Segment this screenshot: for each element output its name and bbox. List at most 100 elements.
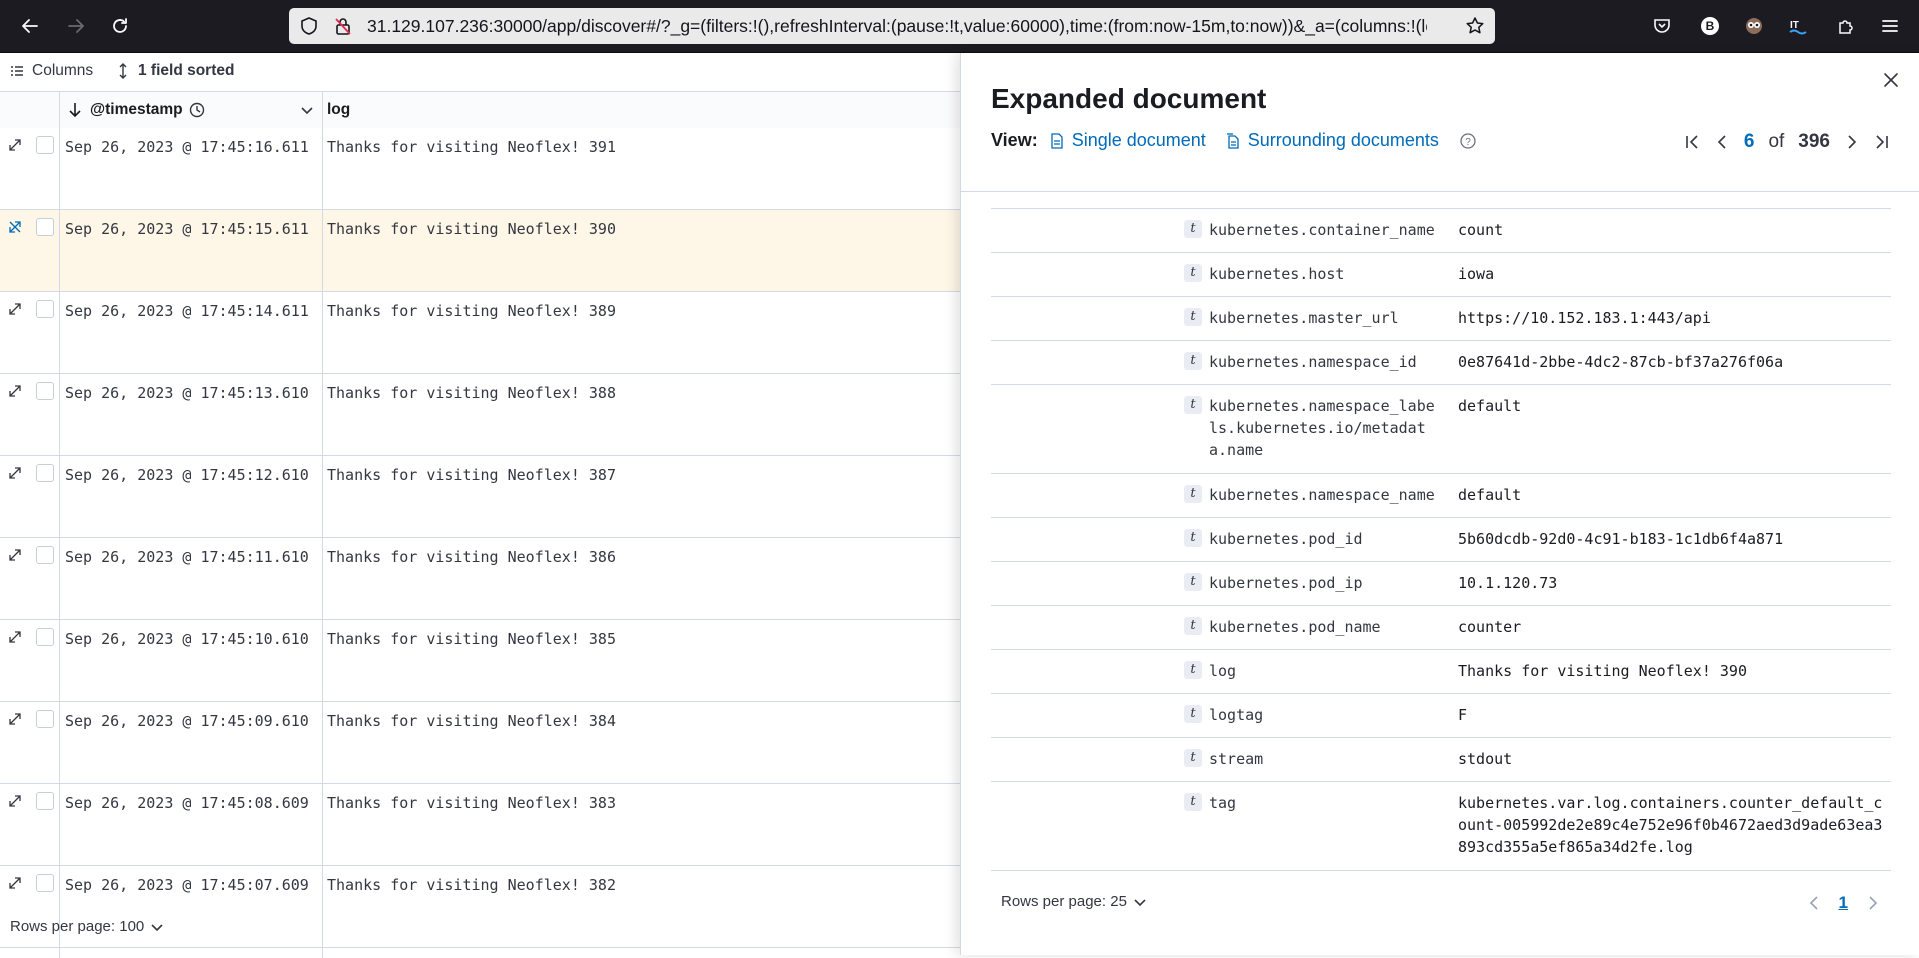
flyout-rows-per-page-button[interactable]: Rows per page: 25: [1001, 893, 1147, 910]
view-label: View:: [991, 130, 1038, 150]
page-number-button[interactable]: 1: [1839, 893, 1848, 913]
expand-icon[interactable]: [6, 382, 24, 400]
back-button[interactable]: [14, 10, 46, 42]
document-icon: [1051, 132, 1063, 149]
field-row[interactable]: t kubernetes.container_name count: [991, 208, 1891, 253]
puzzle-icon: [1839, 20, 1853, 34]
row-checkbox[interactable]: [36, 628, 54, 646]
field-row[interactable]: t kubernetes.pod_name counter: [991, 606, 1891, 650]
row-checkbox[interactable]: [36, 546, 54, 564]
field-row[interactable]: t kubernetes.namespace_name default: [991, 474, 1891, 518]
hamburger-icon: [1882, 20, 1898, 32]
single-document-link[interactable]: Single document: [1050, 130, 1206, 151]
columns-button[interactable]: Columns: [10, 62, 93, 80]
url-text[interactable]: 31.129.107.236:30000/app/discover#/?_g=(…: [367, 16, 1427, 36]
address-bar[interactable]: 31.129.107.236:30000/app/discover#/?_g=(…: [289, 8, 1495, 44]
expand-icon[interactable]: [6, 874, 24, 892]
first-page-icon[interactable]: [1684, 134, 1700, 150]
field-row[interactable]: t kubernetes.pod_id 5b60dcdb-92d0-4c91-b…: [991, 518, 1891, 562]
timestamp-cell: Sep 26, 2023 @ 17:45:09.610: [65, 712, 309, 730]
field-row[interactable]: t kubernetes.master_url https://10.152.1…: [991, 297, 1891, 341]
field-value: https://10.152.183.1:443/api: [1458, 309, 1711, 327]
field-row[interactable]: t stream stdout: [991, 738, 1891, 782]
table-row[interactable]: Sep 26, 2023 @ 17:45:12.610 Thanks for v…: [0, 456, 960, 538]
extension-b-button[interactable]: B: [1698, 14, 1722, 38]
timestamp-column-header[interactable]: @timestamp: [60, 92, 323, 128]
extension-translate-button[interactable]: IT: [1786, 14, 1810, 38]
previous-page-icon[interactable]: [1714, 134, 1730, 150]
field-row[interactable]: t kubernetes.pod_ip 10.1.120.73: [991, 562, 1891, 606]
log-column-header[interactable]: log: [327, 92, 350, 128]
sort-icon: [119, 63, 127, 79]
table-row[interactable]: Sep 26, 2023 @ 17:45:08.609 Thanks for v…: [0, 784, 960, 866]
flyout-rows-per-page-label: Rows per page: 25: [1001, 893, 1127, 910]
surrounding-documents-link[interactable]: Surrounding documents: [1226, 130, 1439, 151]
app-menu-button[interactable]: [1878, 14, 1902, 38]
field-name: kubernetes.namespace_labels.kubernetes.i…: [1209, 397, 1435, 459]
timestamp-cell: Sep 26, 2023 @ 17:45:15.611: [65, 220, 309, 238]
sort-button[interactable]: 1 field sorted: [116, 62, 234, 80]
field-row[interactable]: t logtag F: [991, 694, 1891, 738]
field-row[interactable]: t kubernetes.namespace_labels.kubernetes…: [991, 385, 1891, 474]
arrow-right-icon: [68, 19, 84, 33]
help-icon[interactable]: ?: [1459, 132, 1477, 150]
field-value: count: [1458, 221, 1504, 239]
row-checkbox[interactable]: [36, 792, 54, 810]
row-checkbox[interactable]: [36, 710, 54, 728]
forward-button[interactable]: [60, 10, 92, 42]
expand-icon[interactable]: [6, 628, 24, 646]
rows-per-page-button[interactable]: Rows per page: 100: [10, 918, 164, 935]
collapse-icon[interactable]: [6, 218, 24, 236]
svg-text:IT: IT: [1790, 20, 1799, 31]
field-value: Thanks for visiting Neoflex! 390: [1458, 662, 1747, 680]
last-page-icon[interactable]: [1874, 134, 1890, 150]
table-row[interactable]: Sep 26, 2023 @ 17:45:16.611 Thanks for v…: [0, 128, 960, 210]
table-row[interactable]: Sep 26, 2023 @ 17:45:09.610 Thanks for v…: [0, 702, 960, 784]
string-type-icon: t: [1184, 793, 1202, 811]
close-icon[interactable]: [1880, 69, 1902, 91]
field-row[interactable]: t kubernetes.host iowa: [991, 253, 1891, 297]
expand-icon[interactable]: [6, 710, 24, 728]
shield-icon[interactable]: [299, 16, 319, 36]
column-divider[interactable]: [322, 128, 323, 958]
field-row[interactable]: t log Thanks for visiting Neoflex! 390: [991, 650, 1891, 694]
table-row[interactable]: Sep 26, 2023 @ 17:45:07.609 Thanks for v…: [0, 866, 960, 948]
table-row[interactable]: Sep 26, 2023 @ 17:45:11.610 Thanks for v…: [0, 538, 960, 620]
field-row[interactable]: t tag kubernetes.var.log.containers.coun…: [991, 782, 1891, 871]
view-switcher: View: Single document Surrounding docume…: [991, 130, 1477, 151]
reload-button[interactable]: [104, 10, 136, 42]
lock-warning-icon[interactable]: [333, 16, 353, 36]
string-type-icon: t: [1184, 705, 1202, 723]
extensions-button[interactable]: [1834, 14, 1858, 38]
field-row[interactable]: t kubernetes.namespace_id 0e87641d-2bbe-…: [991, 341, 1891, 385]
expand-icon[interactable]: [6, 136, 24, 154]
star-icon[interactable]: [1465, 16, 1485, 36]
row-checkbox[interactable]: [36, 136, 54, 154]
expand-icon[interactable]: [6, 546, 24, 564]
table-row[interactable]: Sep 26, 2023 @ 17:45:10.610 Thanks for v…: [0, 620, 960, 702]
sort-desc-icon[interactable]: [68, 102, 82, 118]
chevron-down-icon: [151, 923, 163, 931]
pocket-icon: [1654, 19, 1670, 33]
extension-b-icon: B: [1701, 17, 1719, 35]
row-checkbox[interactable]: [36, 874, 54, 892]
row-checkbox[interactable]: [36, 218, 54, 236]
string-type-icon: t: [1184, 573, 1202, 591]
next-page-icon[interactable]: [1844, 134, 1860, 150]
row-checkbox[interactable]: [36, 300, 54, 318]
timestamp-header-label: @timestamp: [90, 101, 183, 118]
row-checkbox[interactable]: [36, 382, 54, 400]
table-row[interactable]: Sep 26, 2023 @ 17:45:15.611 Thanks for v…: [0, 210, 960, 292]
pocket-button[interactable]: [1650, 14, 1674, 38]
expand-icon[interactable]: [6, 300, 24, 318]
string-type-icon: t: [1184, 529, 1202, 547]
log-cell: Thanks for visiting Neoflex! 385: [327, 630, 616, 648]
table-row[interactable]: Sep 26, 2023 @ 17:45:13.610 Thanks for v…: [0, 374, 960, 456]
row-checkbox[interactable]: [36, 464, 54, 482]
expand-icon[interactable]: [6, 792, 24, 810]
log-cell: Thanks for visiting Neoflex! 383: [327, 794, 616, 812]
table-row[interactable]: Sep 26, 2023 @ 17:45:14.611 Thanks for v…: [0, 292, 960, 374]
chevron-down-icon[interactable]: [300, 103, 314, 117]
extension-owl-button[interactable]: [1742, 14, 1766, 38]
expand-icon[interactable]: [6, 464, 24, 482]
